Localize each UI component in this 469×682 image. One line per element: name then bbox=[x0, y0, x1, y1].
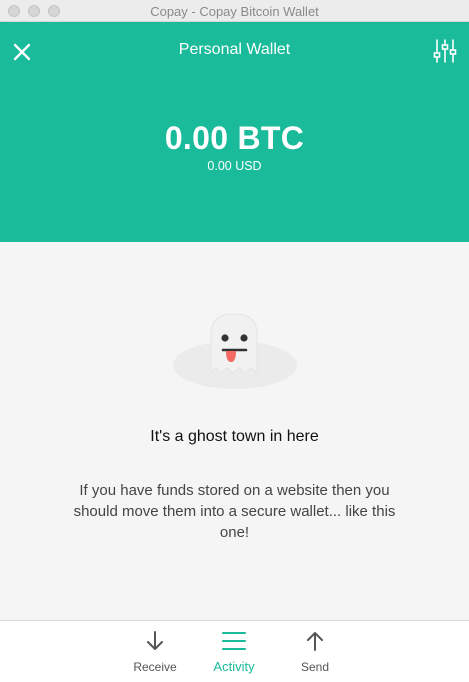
menu-lines-icon bbox=[222, 632, 246, 650]
tab-receive-label: Receive bbox=[133, 660, 177, 674]
wallet-header: Personal Wallet 0.00 BTC 0.00 USD bbox=[0, 22, 469, 242]
app-window: Copay - Copay Bitcoin Wallet Personal Wa… bbox=[0, 0, 469, 682]
empty-state-title: It's a ghost town in here bbox=[150, 428, 319, 445]
ghost-illustration bbox=[170, 310, 300, 392]
wallet-settings-button[interactable] bbox=[433, 38, 457, 64]
ghost-icon bbox=[173, 313, 297, 389]
empty-state-description: If you have funds stored on a website th… bbox=[73, 482, 396, 541]
bottom-tab-bar: Receive Activity Send bbox=[0, 620, 469, 682]
tab-activity[interactable]: Activity bbox=[199, 621, 269, 682]
tab-send[interactable]: Send bbox=[280, 621, 350, 682]
balance-alternative: 0.00 USD bbox=[207, 159, 262, 173]
arrow-up-icon bbox=[307, 632, 323, 651]
arrow-down-icon bbox=[147, 631, 163, 650]
wallet-title: Personal Wallet bbox=[178, 41, 291, 58]
title-bar: Copay - Copay Bitcoin Wallet bbox=[0, 0, 469, 22]
tab-send-label: Send bbox=[300, 660, 330, 674]
tab-receive[interactable]: Receive bbox=[120, 621, 190, 682]
sliders-icon bbox=[433, 39, 457, 63]
balance-amount[interactable]: 0.00 BTC bbox=[0, 120, 469, 157]
window-title: Copay - Copay Bitcoin Wallet bbox=[150, 4, 319, 19]
tab-activity-label: Activity bbox=[213, 659, 255, 674]
